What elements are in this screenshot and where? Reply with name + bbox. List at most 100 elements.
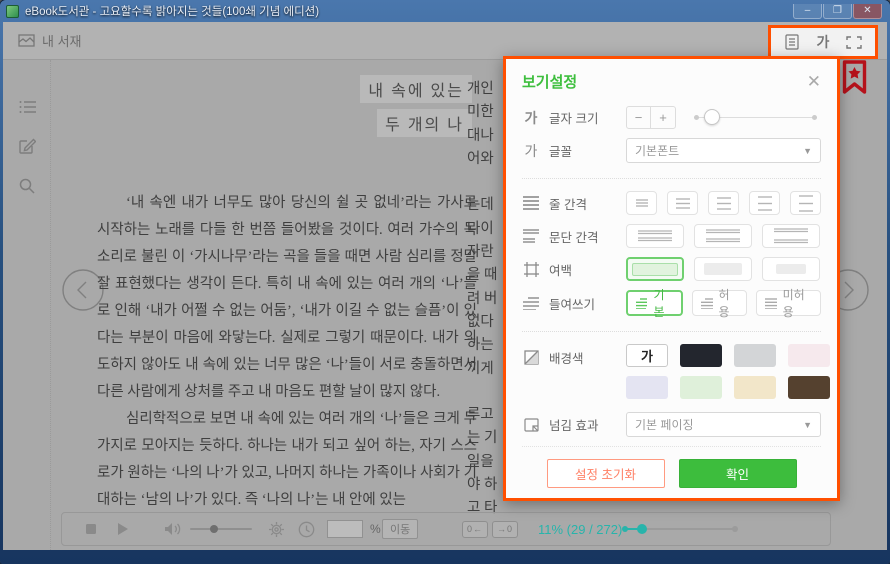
volume-slider[interactable] <box>190 513 252 545</box>
bg-swatch-dark[interactable] <box>680 344 722 367</box>
library-icon <box>18 34 35 47</box>
font-size-plus-button[interactable]: + <box>651 107 675 128</box>
bg-swatch-white-selected[interactable]: 가 <box>626 344 668 367</box>
reset-settings-button[interactable]: 설정 초기화 <box>547 459 665 488</box>
note-icon[interactable] <box>19 138 36 154</box>
page-effect-row: 넘김 효과 기본 페이징 ▼ <box>522 412 821 437</box>
window-title: eBook도서관 - 고요할수록 밝아지는 것들(100쇄 기념 에디션) <box>25 3 793 19</box>
volume-icon[interactable] <box>164 513 181 545</box>
margin-option-3[interactable] <box>762 257 820 281</box>
bg-swatch-brown[interactable] <box>788 376 830 399</box>
font-settings-icon[interactable]: 가 <box>811 31 835 53</box>
chapter-heading: 내 속에 있는 두 개의 나 <box>360 75 472 143</box>
indent-label: 들여쓰기 <box>549 294 595 313</box>
toolbar-highlight-box: 가 <box>768 25 878 59</box>
font-family-value: 기본폰트 <box>635 142 679 159</box>
paragraph-spacing-label-icon <box>522 229 540 243</box>
search-icon[interactable] <box>19 178 35 194</box>
font-size-stepper[interactable]: − + <box>626 106 676 129</box>
reader-toolbar: 내 서재 가 <box>3 22 887 60</box>
indent-label-icon <box>522 297 540 310</box>
paragraph-spacing-option-3[interactable] <box>762 224 820 248</box>
page-effect-label: 넘김 효과 <box>549 415 598 434</box>
volume-slider-handle[interactable] <box>210 525 218 533</box>
bg-swatch-gray[interactable] <box>734 344 776 367</box>
app-window: eBook도서관 - 고요할수록 밝아지는 것들(100쇄 기념 에디션) – … <box>0 0 890 564</box>
progress-start-dot <box>622 526 628 532</box>
page-effect-value: 기본 페이징 <box>635 416 694 433</box>
bookmark-icon[interactable] <box>841 60 868 96</box>
chevron-down-icon: ▼ <box>803 420 812 430</box>
page-effect-select[interactable]: 기본 페이징 ▼ <box>626 412 821 437</box>
paragraph-spacing-row: 문단 간격 <box>522 224 821 248</box>
book-clipped-column: 개인 미한 대나 어와 는데 나이 자란 을 때 려 버 없다 하는 끼게 루고… <box>467 78 507 518</box>
line-spacing-option-3[interactable] <box>708 191 739 215</box>
bg-swatch-green[interactable] <box>680 376 722 399</box>
page-percent-input[interactable] <box>327 520 363 538</box>
indent-option-default-selected[interactable]: 기본 <box>626 290 683 316</box>
reader-sidebar <box>3 60 51 550</box>
fullscreen-icon[interactable] <box>842 31 866 53</box>
paragraph-spacing-option-1[interactable] <box>626 224 684 248</box>
progress-end-dot <box>732 526 738 532</box>
font-family-icon: 가 <box>522 141 540 161</box>
indent-option-allow[interactable]: 허용 <box>692 290 747 316</box>
margin-label: 여백 <box>549 260 572 279</box>
line-spacing-option-5[interactable] <box>790 191 821 215</box>
font-size-slider[interactable] <box>694 117 817 118</box>
font-size-icon: 가 <box>522 108 540 128</box>
progress-handle[interactable] <box>637 524 647 534</box>
line-spacing-label-icon <box>522 196 540 210</box>
margin-option-2[interactable] <box>694 257 752 281</box>
margin-label-icon <box>522 262 540 277</box>
toc-icon[interactable] <box>19 100 37 114</box>
my-library-button[interactable]: 내 서재 <box>18 31 82 50</box>
app-icon <box>6 5 19 18</box>
goto-end-button[interactable]: →0 <box>492 521 518 538</box>
chapter-heading-line2: 두 개의 나 <box>377 109 472 137</box>
tts-settings-gear-icon[interactable] <box>268 513 285 545</box>
paragraph-spacing-option-2[interactable] <box>694 224 752 248</box>
font-size-minus-button[interactable]: − <box>627 107 651 128</box>
panel-close-icon[interactable]: ✕ <box>807 73 821 90</box>
line-spacing-label: 줄 간격 <box>549 194 587 213</box>
timer-clock-icon[interactable] <box>298 513 315 545</box>
reading-progress-slider[interactable] <box>624 513 736 545</box>
margin-option-1-selected[interactable] <box>626 257 684 281</box>
tts-play-button[interactable] <box>118 513 128 545</box>
minimize-button[interactable]: – <box>793 4 822 19</box>
maximize-button[interactable]: ❐ <box>823 4 852 19</box>
view-settings-doc-icon[interactable] <box>780 31 804 53</box>
reading-progress-text: 11% (29 / 272) <box>538 513 622 545</box>
font-size-label: 글자 크기 <box>549 108 598 127</box>
line-spacing-option-4[interactable] <box>749 191 780 215</box>
goto-start-button[interactable]: 0← <box>462 521 488 538</box>
bg-swatch-lavender[interactable] <box>626 376 668 399</box>
font-size-slider-handle[interactable] <box>704 109 720 125</box>
indent-row: 들여쓰기 기본 허용 미허용 <box>522 290 821 316</box>
font-family-label: 글꼴 <box>549 141 572 160</box>
bg-swatch-pink[interactable] <box>788 344 830 367</box>
font-size-row: 가 글자 크기 − + <box>522 106 821 129</box>
bottom-control-bar: % 이동 0← →0 11% (29 / 272) <box>61 512 831 546</box>
tts-stop-button[interactable] <box>86 513 96 545</box>
book-paragraph-2: 심리학적으로 보면 내 속에 있는 여러 개의 ‘나’들은 크게 두 가지로 모… <box>97 406 477 514</box>
view-settings-panel: 보기설정 ✕ 가 글자 크기 − + <box>503 56 840 501</box>
confirm-button[interactable]: 확인 <box>679 459 797 488</box>
book-paragraph-1: ‘내 속엔 내가 너무도 많아 당신의 쉴 곳 없네’라는 가사로 시작하는 노… <box>97 190 477 406</box>
goto-page-button[interactable]: 이동 <box>382 519 418 539</box>
line-spacing-option-2[interactable] <box>667 191 698 215</box>
font-family-select[interactable]: 기본폰트 ▼ <box>626 138 821 163</box>
close-button[interactable]: ✕ <box>853 4 882 19</box>
chapter-heading-line1: 내 속에 있는 <box>360 75 472 103</box>
line-spacing-option-1[interactable] <box>626 191 657 215</box>
line-spacing-row: 줄 간격 <box>522 191 821 215</box>
percent-sign-label: % <box>370 513 381 545</box>
divider <box>522 178 821 179</box>
background-color-label: 배경색 <box>549 348 584 367</box>
title-bar: eBook도서관 - 고요할수록 밝아지는 것들(100쇄 기념 에디션) – … <box>0 0 890 22</box>
indent-option-disallow[interactable]: 미허용 <box>756 290 821 316</box>
bg-swatch-cream[interactable] <box>734 376 776 399</box>
page-effect-label-icon <box>522 418 540 432</box>
background-color-label-icon <box>522 350 540 365</box>
